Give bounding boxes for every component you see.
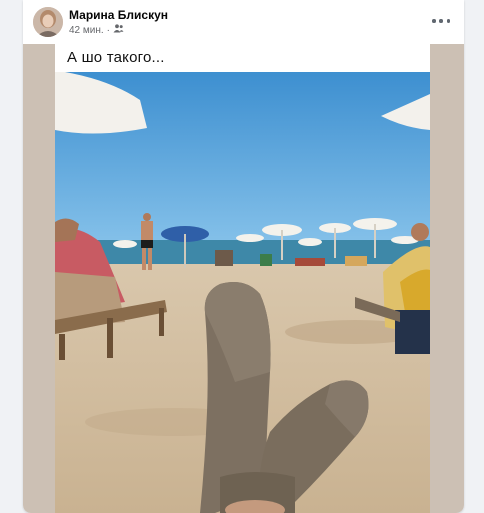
post-photo: А шо такого... <box>55 44 430 513</box>
post-timestamp[interactable]: 42 мин. <box>69 25 104 36</box>
photo-caption: А шо такого... <box>67 49 165 66</box>
post-header: Марина Блискун 42 мин. · <box>23 0 464 44</box>
meta-separator: · <box>106 24 111 36</box>
beach-scene-image <box>55 72 430 513</box>
friends-icon <box>113 24 124 36</box>
author-name[interactable]: Марина Блискун <box>69 8 168 22</box>
more-options-icon[interactable] <box>432 14 450 28</box>
author-avatar[interactable] <box>33 7 63 37</box>
post-media[interactable]: А шо такого... <box>23 44 464 513</box>
post-meta: 42 мин. · <box>69 24 124 36</box>
feed-post: Марина Блискун 42 мин. · А шо такого... <box>23 0 464 513</box>
